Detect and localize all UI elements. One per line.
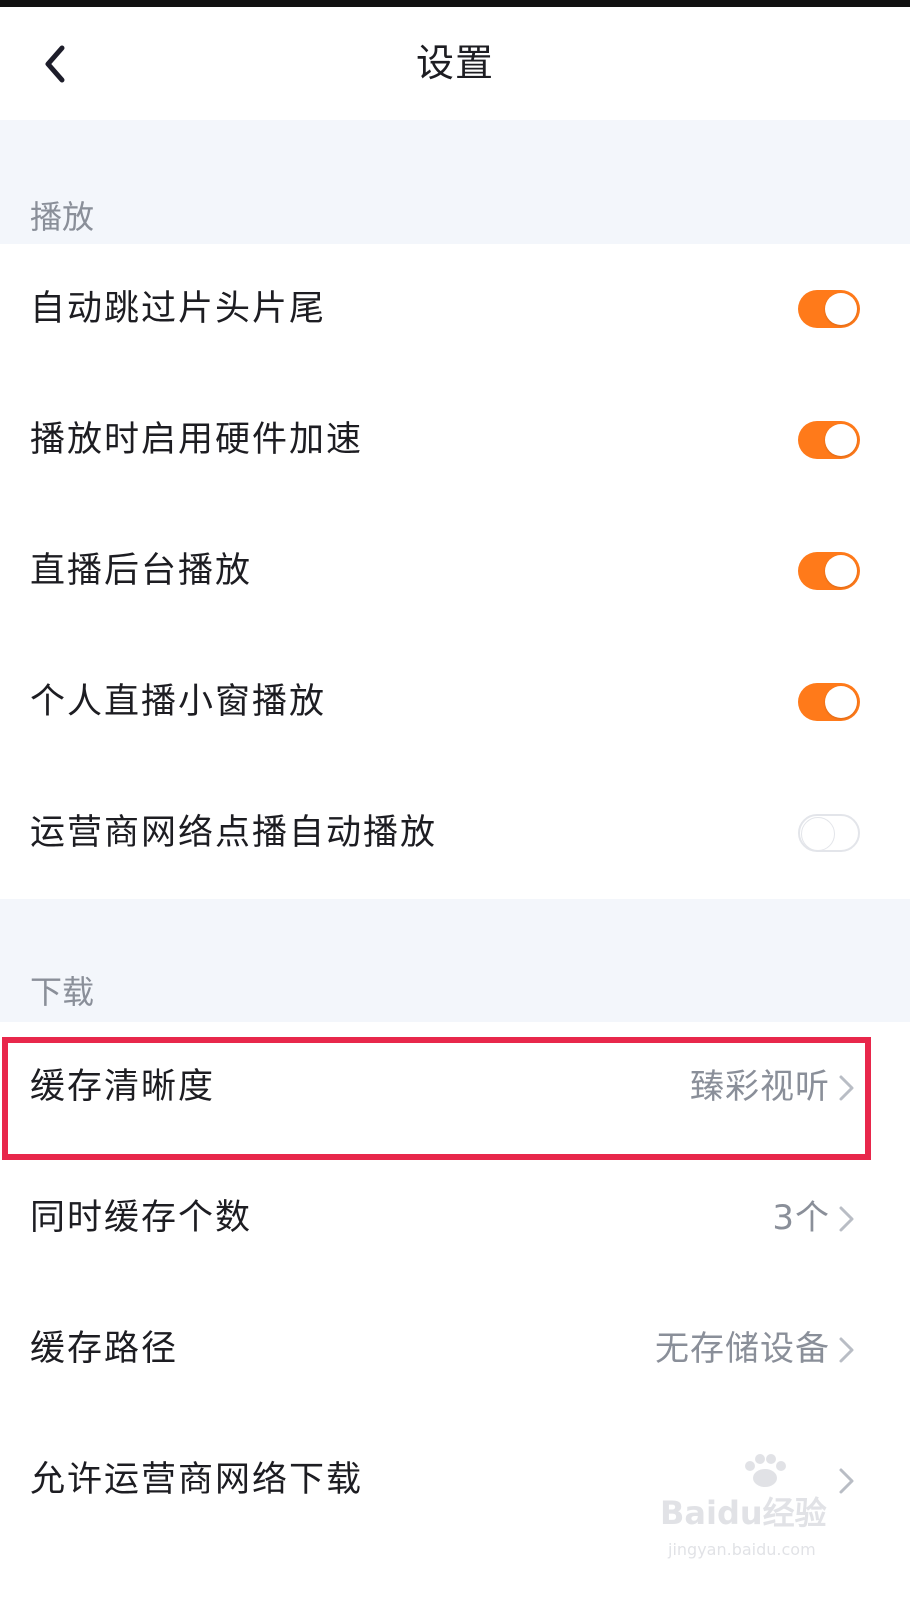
download-settings-list: 缓存清晰度 臻彩视听 同时缓存个数 3个 缓存路径 无存储设备 允许运营商网络下…	[0, 1022, 910, 1600]
carrier-network-autoplay-toggle[interactable]	[798, 814, 860, 852]
setting-label: 运营商网络点播自动播放	[30, 813, 438, 853]
setting-row-carrier-network-autoplay[interactable]: 运营商网络点播自动播放	[0, 768, 910, 899]
app-header: 设置	[0, 7, 910, 120]
toggle-knob	[825, 555, 857, 587]
section-header-download: 下载	[0, 899, 910, 1022]
setting-value: 无存储设备	[655, 1329, 830, 1369]
setting-value: 3个	[772, 1198, 830, 1238]
setting-label: 个人直播小窗播放	[30, 682, 327, 722]
playback-settings-list: 自动跳过片头片尾 播放时启用硬件加速 直播后台播放 个人直播小窗播放 运营商网络…	[0, 244, 910, 899]
chevron-right-icon	[839, 1075, 854, 1101]
skip-intro-outro-toggle[interactable]	[798, 290, 860, 328]
setting-row-cache-quality[interactable]: 缓存清晰度 臻彩视听	[0, 1022, 910, 1153]
setting-row-concurrent-cache-count[interactable]: 同时缓存个数 3个	[0, 1153, 910, 1284]
setting-row-hardware-acceleration[interactable]: 播放时启用硬件加速	[0, 375, 910, 506]
setting-label: 缓存清晰度	[30, 1067, 216, 1107]
setting-row-personal-live-mini-window[interactable]: 个人直播小窗播放	[0, 637, 910, 768]
setting-label: 直播后台播放	[30, 551, 253, 591]
toggle-knob	[825, 686, 857, 718]
chevron-left-icon	[45, 45, 65, 83]
setting-label: 同时缓存个数	[30, 1198, 253, 1238]
chevron-right-icon	[839, 1468, 854, 1494]
live-background-play-toggle[interactable]	[798, 552, 860, 590]
setting-value: 臻彩视听	[690, 1067, 830, 1107]
setting-label: 播放时启用硬件加速	[30, 420, 364, 460]
status-bar-strip	[0, 0, 910, 7]
toggle-knob	[825, 424, 857, 456]
back-button[interactable]	[30, 37, 80, 91]
setting-row-skip-intro-outro[interactable]: 自动跳过片头片尾	[0, 244, 910, 375]
personal-live-mini-window-toggle[interactable]	[798, 683, 860, 721]
page-title: 设置	[415, 41, 494, 85]
setting-label: 缓存路径	[30, 1329, 179, 1369]
hardware-acceleration-toggle[interactable]	[798, 421, 860, 459]
setting-label: 自动跳过片头片尾	[30, 289, 327, 329]
setting-row-cache-path[interactable]: 缓存路径 无存储设备	[0, 1284, 910, 1415]
chevron-right-icon	[839, 1337, 854, 1363]
section-header-playback: 播放	[0, 120, 910, 244]
chevron-right-icon	[839, 1206, 854, 1232]
setting-label: 允许运营商网络下载	[30, 1460, 364, 1500]
section-label-download: 下载	[30, 973, 95, 1011]
toggle-knob	[825, 293, 857, 325]
setting-row-carrier-network-download[interactable]: 允许运营商网络下载	[0, 1415, 910, 1546]
toggle-knob	[801, 817, 835, 851]
setting-row-live-background-play[interactable]: 直播后台播放	[0, 506, 910, 637]
section-label-playback: 播放	[30, 198, 95, 236]
